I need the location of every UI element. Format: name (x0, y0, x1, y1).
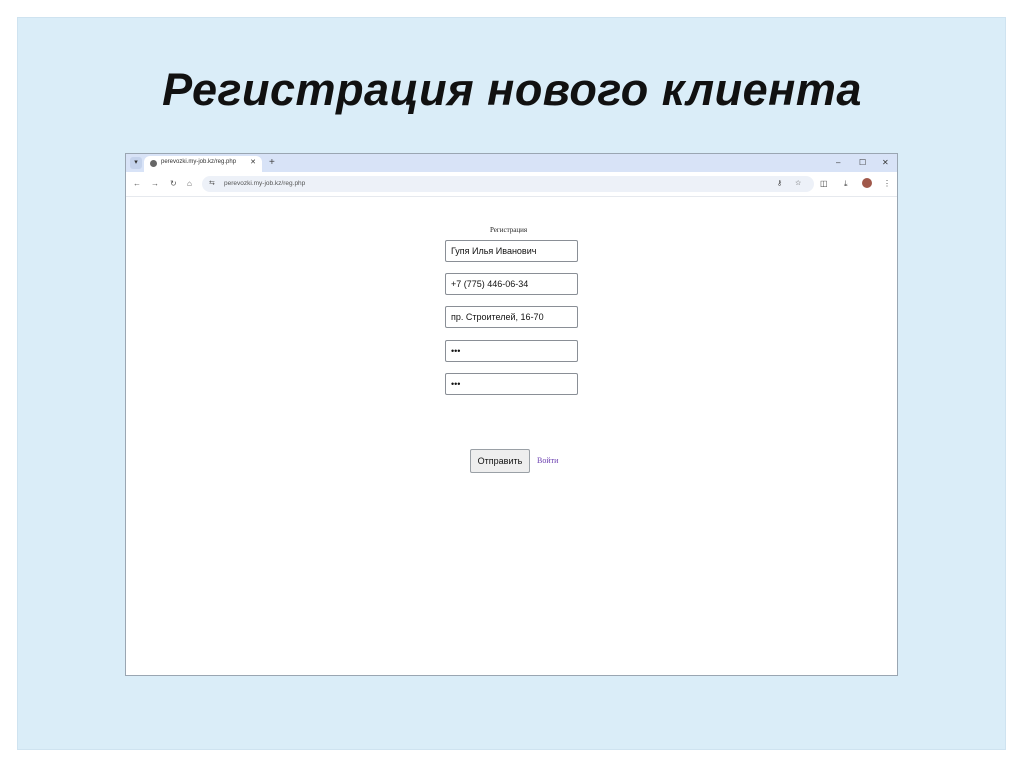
back-arrow-icon[interactable]: ← (133, 178, 141, 190)
chevron-down-icon[interactable]: ▾ (130, 157, 142, 169)
browser-tab[interactable]: perevozki.my-job.kz/reg.php ✕ (144, 156, 262, 172)
close-icon[interactable]: ✕ (250, 158, 256, 166)
url-text: perevozki.my-job.kz/reg.php (224, 180, 306, 187)
address-field[interactable] (445, 306, 578, 328)
page-content: Регистрация Отправить Войти (126, 197, 897, 675)
tab-title: perevozki.my-job.kz/reg.php (161, 159, 237, 165)
minimize-icon[interactable]: – (836, 157, 840, 169)
forward-arrow-icon[interactable]: → (151, 178, 159, 190)
kebab-menu-icon[interactable]: ⋮ (883, 178, 891, 190)
home-icon[interactable]: ⌂ (187, 178, 192, 190)
download-icon[interactable]: ⤓ (844, 178, 848, 190)
name-field[interactable] (445, 240, 578, 262)
tune-icon[interactable]: ⇆ (209, 178, 215, 190)
address-bar[interactable]: ⇆ perevozki.my-job.kz/reg.php ⚷ ☆ (202, 176, 814, 192)
tab-bar: ▾ perevozki.my-job.kz/reg.php ✕ + – ☐ ✕ (126, 154, 897, 172)
browser-toolbar: ← → ↻ ⌂ ⇆ perevozki.my-job.kz/reg.php ⚷ … (126, 172, 897, 197)
submit-button[interactable]: Отправить (470, 449, 530, 473)
maximize-icon[interactable]: ☐ (859, 157, 866, 169)
form-heading: Регистрация (490, 226, 528, 234)
puzzle-icon[interactable]: ◫ (820, 178, 828, 190)
browser-window: ▾ perevozki.my-job.kz/reg.php ✕ + – ☐ ✕ … (125, 153, 898, 676)
reload-icon[interactable]: ↻ (170, 178, 177, 190)
slide-title: Регистрация нового клиента (162, 64, 862, 115)
avatar[interactable] (862, 178, 872, 188)
password-field[interactable] (445, 340, 578, 362)
password-confirm-field[interactable] (445, 373, 578, 395)
globe-icon (150, 160, 157, 167)
plus-icon[interactable]: + (269, 156, 275, 170)
close-window-icon[interactable]: ✕ (882, 157, 889, 169)
key-icon[interactable]: ⚷ (777, 178, 782, 190)
phone-field[interactable] (445, 273, 578, 295)
login-link[interactable]: Войти (537, 456, 558, 465)
star-icon[interactable]: ☆ (795, 178, 801, 190)
